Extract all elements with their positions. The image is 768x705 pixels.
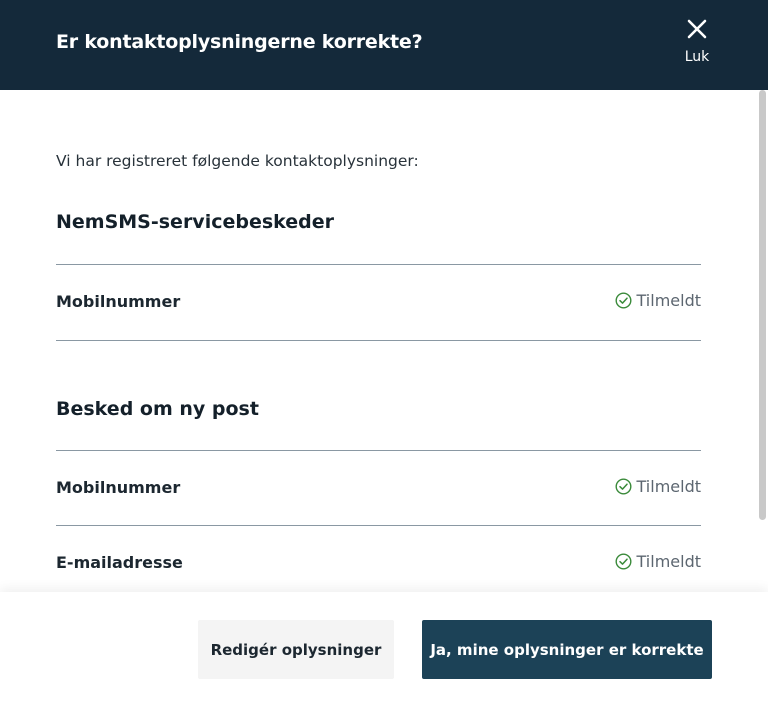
status-badge: Tilmeldt <box>615 552 701 571</box>
contact-info-dialog: Er kontaktoplysningerne korrekte? Luk Vi… <box>0 0 768 705</box>
divider <box>56 264 701 265</box>
scrollbar[interactable] <box>756 90 768 592</box>
confirm-info-button[interactable]: Ja, mine oplysninger er korrekte <box>422 620 712 679</box>
dialog-title: Er kontaktoplysningerne korrekte? <box>56 31 423 53</box>
intro-text: Vi har registreret følgende kontaktoplys… <box>56 152 419 170</box>
dialog-body[interactable]: Vi har registreret følgende kontaktoplys… <box>0 90 768 592</box>
row-label-email: E-mailadresse <box>56 553 183 572</box>
status-text: Tilmeldt <box>636 552 701 571</box>
status-text: Tilmeldt <box>636 477 701 496</box>
row-label-mobile: Mobilnummer <box>56 478 181 497</box>
edit-info-button[interactable]: Redigér oplysninger <box>198 620 394 679</box>
divider <box>56 450 701 451</box>
status-text: Tilmeldt <box>636 291 701 310</box>
status-badge: Tilmeldt <box>615 291 701 310</box>
section-title-new-mail: Besked om ny post <box>56 398 259 420</box>
check-circle-icon <box>615 553 632 570</box>
close-icon <box>687 19 707 39</box>
close-label: Luk <box>684 49 710 65</box>
dialog-header: Er kontaktoplysningerne korrekte? Luk <box>0 0 768 90</box>
divider <box>56 525 701 526</box>
check-circle-icon <box>615 292 632 309</box>
divider <box>56 340 701 341</box>
row-label-mobile: Mobilnummer <box>56 292 181 311</box>
status-badge: Tilmeldt <box>615 477 701 496</box>
section-title-nemsms: NemSMS-servicebeskeder <box>56 211 335 233</box>
close-button[interactable]: Luk <box>668 16 726 72</box>
check-circle-icon <box>615 478 632 495</box>
dialog-footer: Redigér oplysninger Ja, mine oplysninger… <box>0 592 768 705</box>
scrollbar-thumb[interactable] <box>759 90 766 520</box>
